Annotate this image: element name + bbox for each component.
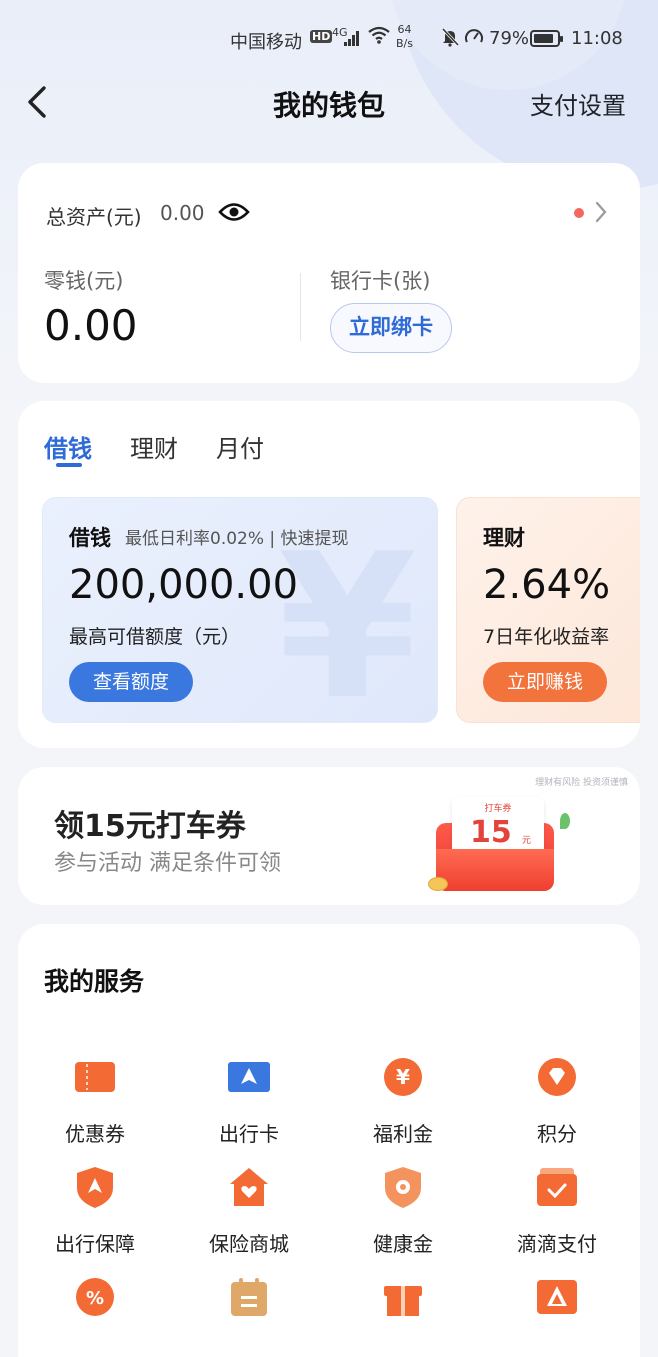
service-card[interactable] (480, 1274, 634, 1357)
loan-subtitle: 最低日利率0.02% | 快速提现 (125, 529, 349, 549)
wifi-icon (368, 26, 390, 49)
service-label: 滴滴支付 (517, 1232, 597, 1256)
check-credit-button[interactable]: 查看额度 (69, 662, 193, 702)
svg-text:¥: ¥ (396, 1065, 410, 1089)
chevron-right-icon[interactable] (594, 200, 608, 224)
battery-percent: 79% (489, 28, 530, 49)
service-points[interactable]: 积分 (480, 1054, 634, 1154)
payment-settings-link[interactable]: 支付设置 (530, 86, 626, 121)
tab-monthly-pay[interactable]: 月付 (216, 429, 264, 464)
promo-subtitle: 参与活动 满足条件可领 (54, 851, 281, 876)
service-travel-protection[interactable]: 出行保障 (18, 1164, 172, 1264)
coupon-label: 打车券 (484, 804, 512, 814)
service-label: 积分 (537, 1122, 577, 1146)
services-title: 我的服务 (44, 967, 145, 996)
percent-icon: % (72, 1274, 118, 1320)
network-speed: 64 B/s (396, 23, 413, 51)
service-label: 出行卡 (219, 1122, 279, 1146)
coupon-value: 15 (470, 815, 512, 850)
tab-wealth[interactable]: 理财 (130, 429, 178, 464)
notification-dot (574, 208, 584, 218)
service-welfare[interactable]: ¥ 福利金 (326, 1054, 480, 1154)
red-envelope-icon: 打车券 15 元 (428, 793, 570, 893)
yuan-coin-icon: ¥ (380, 1054, 426, 1100)
service-coupons[interactable]: 优惠券 (18, 1054, 172, 1154)
wallet-check-icon (534, 1164, 580, 1210)
finance-card: 借钱 理财 月付 ¥ 借钱 最低日利率0.02% | 快速提现 200,000.… (18, 401, 640, 748)
bell-off-icon (440, 27, 460, 52)
service-label: 优惠券 (65, 1122, 125, 1146)
battery-icon (530, 30, 563, 47)
bank-card-label: 银行卡(张) (330, 269, 431, 293)
loan-title: 借钱 (69, 526, 111, 550)
wealth-title: 理财 (483, 526, 525, 550)
speed-unit: B/s (396, 37, 413, 50)
service-insurance-mall[interactable]: 保险商城 (172, 1164, 326, 1264)
loan-panel[interactable]: ¥ 借钱 最低日利率0.02% | 快速提现 200,000.00 最高可借额度… (42, 497, 438, 723)
speed-gauge-icon (464, 27, 484, 52)
clock-time: 11:08 (571, 28, 623, 49)
page-header: 我的钱包 支付设置 (0, 78, 658, 126)
insurance-house-icon (226, 1164, 272, 1210)
promo-banner[interactable]: 理财有风险 投资须谨慎 领15元打车券 参与活动 满足条件可领 打车券 15 元 (18, 767, 640, 905)
wealth-rate: 2.64% (483, 562, 611, 608)
loan-amount: 200,000.00 (69, 562, 299, 608)
service-didi-pay[interactable]: 滴滴支付 (480, 1164, 634, 1264)
coupon-icon (72, 1054, 118, 1100)
total-assets-value: 0.00 (160, 201, 205, 225)
assets-card: 总资产(元) 0.00 零钱(元) 0.00 银行卡(张) 立即绑卡 (18, 163, 640, 383)
svg-text:%: % (86, 1288, 104, 1309)
service-calendar[interactable] (172, 1274, 326, 1357)
wealth-desc: 7日年化收益率 (483, 626, 610, 648)
hd-badge: HD (310, 30, 333, 43)
promo-title: 领15元打车券 (54, 809, 246, 844)
change-balance-value[interactable]: 0.00 (44, 301, 138, 350)
earn-now-button[interactable]: 立即赚钱 (483, 662, 607, 702)
divider (300, 273, 301, 341)
service-label: 出行保障 (55, 1232, 135, 1256)
gift-icon (380, 1274, 426, 1320)
eye-icon[interactable] (218, 199, 250, 225)
yen-watermark-icon: ¥ (277, 511, 417, 723)
service-label: 健康金 (373, 1232, 433, 1256)
service-label: 福利金 (373, 1122, 433, 1146)
service-label: 保险商城 (209, 1232, 289, 1256)
leaf-icon (560, 813, 570, 829)
service-travel-card[interactable]: 出行卡 (172, 1054, 326, 1154)
change-balance-label: 零钱(元) (44, 269, 124, 293)
signal-icon (344, 30, 362, 46)
total-assets-label: 总资产(元) (46, 205, 142, 229)
triangle-card-icon (534, 1274, 580, 1320)
points-gem-icon (534, 1054, 580, 1100)
risk-disclaimer: 理财有风险 投资须谨慎 (535, 778, 628, 788)
calendar-icon (226, 1274, 272, 1320)
service-discount[interactable]: % (18, 1274, 172, 1357)
active-tab-indicator (56, 463, 82, 467)
wealth-panel[interactable]: 理财 2.64% 7日年化收益率 立即赚钱 (456, 497, 640, 723)
travel-shield-icon (72, 1164, 118, 1210)
loan-desc: 最高可借额度（元） (69, 626, 241, 648)
tab-borrow[interactable]: 借钱 (44, 429, 92, 464)
health-shield-icon (380, 1164, 426, 1210)
speed-value: 64 (397, 23, 412, 36)
services-card: 我的服务 优惠券 出行卡 ¥ 福利金 积分 出行保障 保险商城 健康金 滴滴支付… (18, 924, 640, 1357)
bind-card-button[interactable]: 立即绑卡 (330, 303, 452, 353)
service-gift[interactable] (326, 1274, 480, 1357)
carrier-name: 中国移动 (230, 32, 302, 53)
carousel-dots (308, 893, 350, 905)
travel-card-icon (226, 1054, 272, 1100)
status-bar: 中国移动 HD 4G 64 B/s 79% 11:08 (0, 0, 658, 78)
coin-icon (428, 877, 448, 891)
service-health-fund[interactable]: 健康金 (326, 1164, 480, 1264)
coupon-unit: 元 (522, 836, 532, 846)
